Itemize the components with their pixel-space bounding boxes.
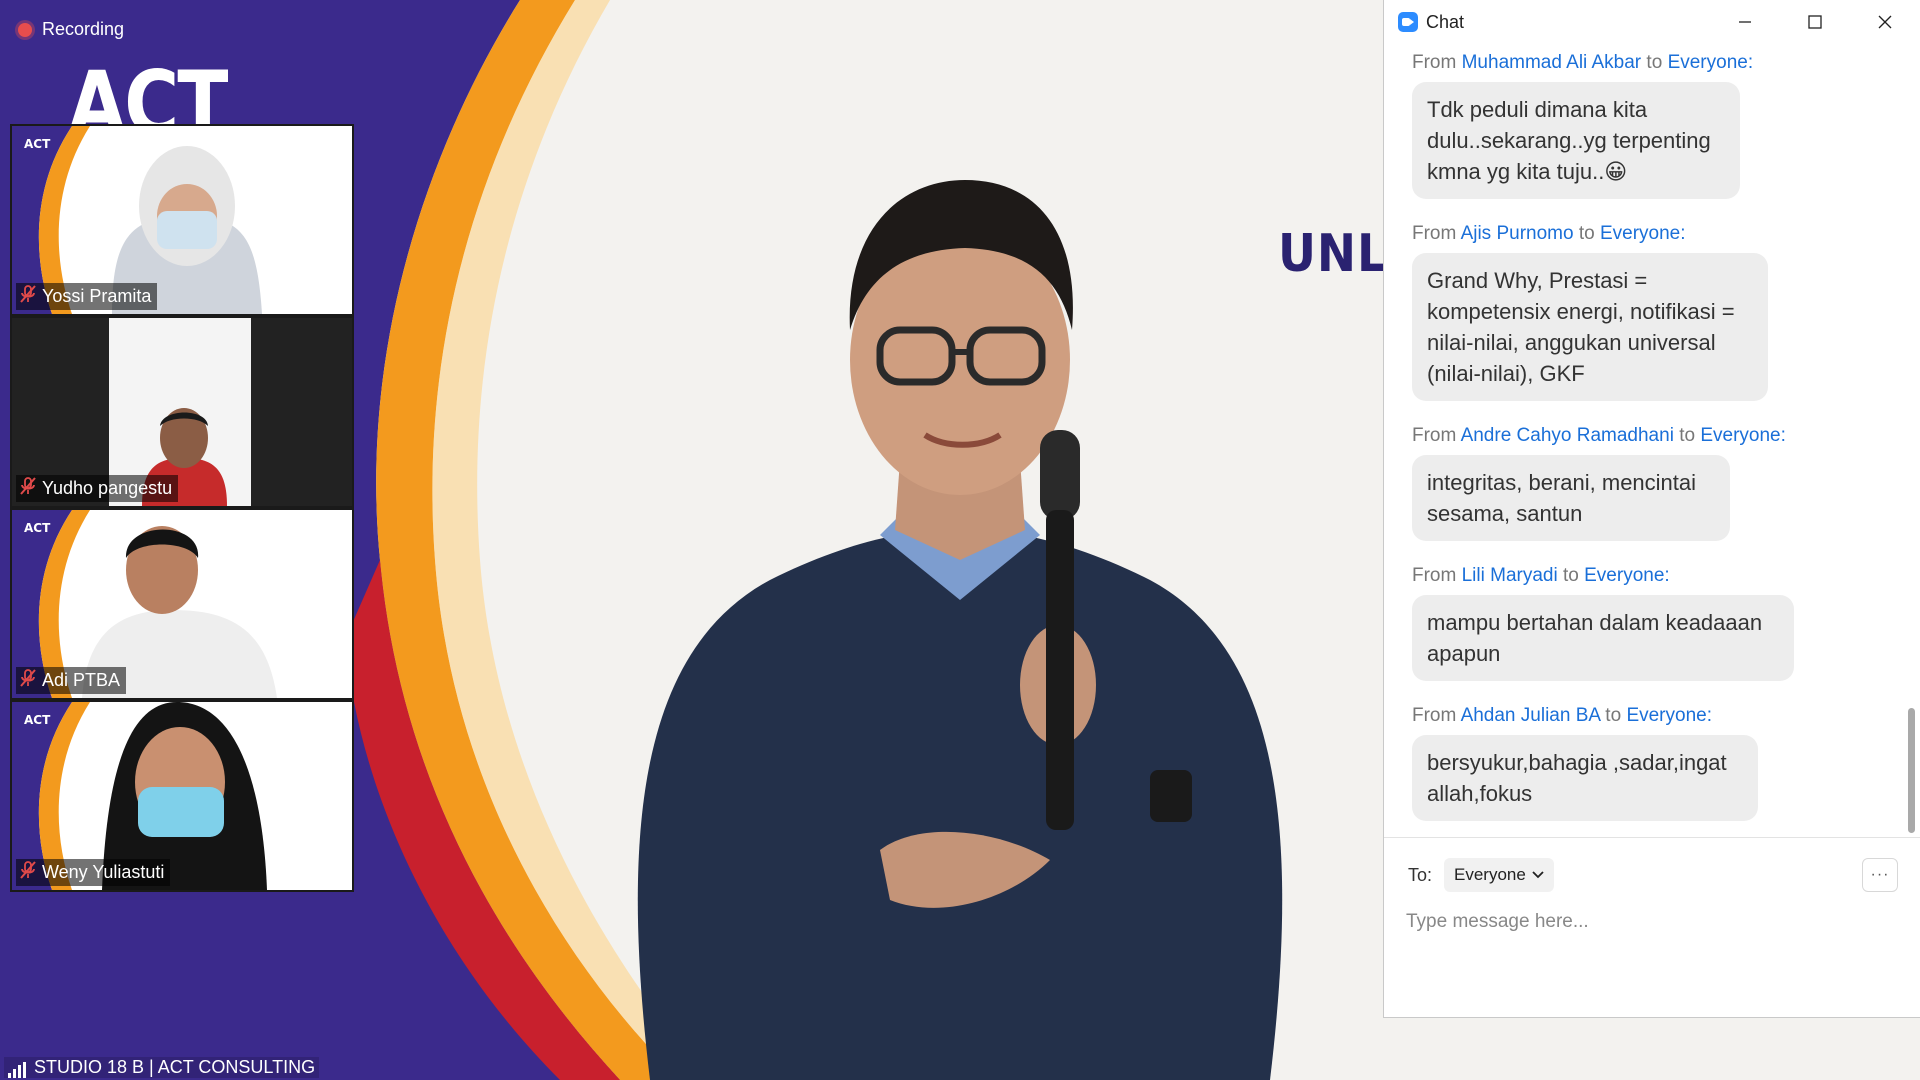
message-input[interactable] <box>1406 904 1866 940</box>
chat-message: From Muhammad Ali Akbar to Everyone: Tdk… <box>1412 52 1901 199</box>
chat-message: From Andre Cahyo Ramadhani to Everyone: … <box>1412 425 1901 541</box>
from-prefix: From <box>1412 425 1457 446</box>
recipient-row: To: Everyone <box>1408 858 1554 892</box>
participant-name: Adi PTBA <box>42 670 121 690</box>
to-word: to <box>1562 565 1579 586</box>
sender-name[interactable]: Andre Cahyo Ramadhani <box>1461 425 1674 446</box>
chat-message-header: From Andre Cahyo Ramadhani to Everyone: <box>1412 425 1901 447</box>
close-button[interactable] <box>1850 0 1920 44</box>
minimize-icon <box>1739 21 1751 23</box>
header-colon: : <box>1747 52 1754 73</box>
chat-bubble: Tdk peduli dimana kita dulu..sekarang..y… <box>1412 82 1740 199</box>
header-colon: : <box>1680 223 1686 244</box>
more-options-button[interactable]: ··· <box>1862 858 1898 892</box>
chat-title: Chat <box>1426 11 1465 32</box>
sender-name[interactable]: Lili Maryadi <box>1462 565 1558 586</box>
chat-message-list[interactable]: From Muhammad Ali Akbar to Everyone: Tdk… <box>1384 44 1901 837</box>
to-word: to <box>1605 705 1622 726</box>
recipient-name[interactable]: Everyone <box>1668 52 1748 73</box>
speaker-figure <box>637 180 1283 1080</box>
chat-message-header: From Ahdan Julian BA to Everyone: <box>1412 705 1901 727</box>
minimize-button[interactable] <box>1710 0 1780 44</box>
participant-name: Yossi Pramita <box>42 286 152 306</box>
from-prefix: From <box>1412 223 1457 244</box>
recipient-dropdown[interactable]: Everyone <box>1444 858 1554 892</box>
chat-bubble: Grand Why, Prestasi = kompetensix energi… <box>1412 253 1768 401</box>
studio-name: STUDIO 18 B | ACT CONSULTING <box>34 1057 316 1077</box>
chevron-down-icon <box>1532 871 1544 879</box>
chat-message: From Ajis Purnomo to Everyone: Grand Why… <box>1412 223 1901 401</box>
participant-name-tag: Adi PTBA <box>16 667 127 694</box>
recipient-name[interactable]: Everyone <box>1600 223 1680 244</box>
sender-name[interactable]: Ahdan Julian BA <box>1461 705 1600 726</box>
maximize-icon <box>1808 15 1822 29</box>
from-prefix: From <box>1412 565 1457 586</box>
svg-text:ACT: ACT <box>24 137 51 151</box>
participant-name-tag: Weny Yuliastuti <box>16 859 171 886</box>
signal-bars-icon <box>8 1062 26 1078</box>
active-speaker-label: STUDIO 18 B | ACT CONSULTING <box>4 1057 320 1078</box>
record-icon <box>18 22 32 37</box>
window-controls <box>1710 0 1920 44</box>
header-colon: : <box>1664 565 1670 586</box>
recipient-name[interactable]: Everyone <box>1584 565 1664 586</box>
participant-name-tag: Yossi Pramita <box>16 283 158 310</box>
scrollbar-thumb[interactable] <box>1908 708 1915 833</box>
mic-off-icon <box>20 861 36 884</box>
mic-off-icon <box>20 285 36 308</box>
close-icon <box>1878 15 1892 29</box>
header-colon: : <box>1706 705 1712 726</box>
participant-tile[interactable]: ACT Weny Yuliastuti <box>12 702 352 890</box>
maximize-button[interactable] <box>1780 0 1850 44</box>
chat-message-header: From Lili Maryadi to Everyone: <box>1412 565 1901 587</box>
to-label: To: <box>1408 864 1433 885</box>
chat-bubble: bersyukur,bahagia ,sadar,ingat allah,fok… <box>1412 735 1758 821</box>
chat-bubble: integritas, berani, mencintai sesama, sa… <box>1412 455 1730 541</box>
participant-tile[interactable]: ACT Yossi Pramita <box>12 126 352 314</box>
zoom-icon <box>1398 12 1418 32</box>
chat-scrollbar[interactable] <box>1906 56 1918 838</box>
sender-name[interactable]: Muhammad Ali Akbar <box>1462 52 1642 73</box>
participant-tile[interactable]: ACT Adi PTBA <box>12 510 352 698</box>
participant-name: Weny Yuliastuti <box>42 862 165 882</box>
from-prefix: From <box>1412 705 1457 726</box>
more-icon: ··· <box>1870 866 1890 883</box>
to-word: to <box>1578 223 1595 244</box>
chat-compose-area: To: Everyone ··· <box>1384 837 1920 1019</box>
mic-off-icon <box>20 477 36 500</box>
recipient-name[interactable]: Everyone <box>1626 705 1706 726</box>
participant-name-tag: Yudho pangestu <box>16 475 179 502</box>
from-prefix: From <box>1412 52 1457 73</box>
header-colon: : <box>1780 425 1786 446</box>
svg-text:ACT: ACT <box>24 521 51 535</box>
participant-tile[interactable]: Yudho pangestu <box>12 318 352 506</box>
chat-message: From Lili Maryadi to Everyone: mampu ber… <box>1412 565 1901 681</box>
recipient-name[interactable]: Everyone <box>1700 425 1780 446</box>
sender-name[interactable]: Ajis Purnomo <box>1461 223 1574 244</box>
to-word: to <box>1646 52 1663 73</box>
chat-message: From Ahdan Julian BA to Everyone: bersyu… <box>1412 705 1901 821</box>
participant-name: Yudho pangestu <box>42 478 173 498</box>
chat-message-header: From Ajis Purnomo to Everyone: <box>1412 223 1901 245</box>
svg-text:ACT: ACT <box>24 713 51 727</box>
chat-message-header: From Muhammad Ali Akbar to Everyone: <box>1412 52 1901 74</box>
chat-bubble: mampu bertahan dalam keadaaan apapun <box>1412 595 1794 681</box>
recording-indicator[interactable]: Recording <box>18 19 124 40</box>
mic-off-icon <box>20 669 36 692</box>
chat-window: Chat From Muhammad Ali Akbar to Everyone… <box>1383 0 1920 1018</box>
to-word: to <box>1679 425 1696 446</box>
recipient-selected: Everyone <box>1454 865 1526 884</box>
recording-label: Recording <box>42 19 125 39</box>
participant-gallery-strip: ACT Yossi Pramita Yudho pangestu ACT Adi… <box>10 124 354 892</box>
chat-titlebar[interactable]: Chat <box>1384 0 1920 44</box>
